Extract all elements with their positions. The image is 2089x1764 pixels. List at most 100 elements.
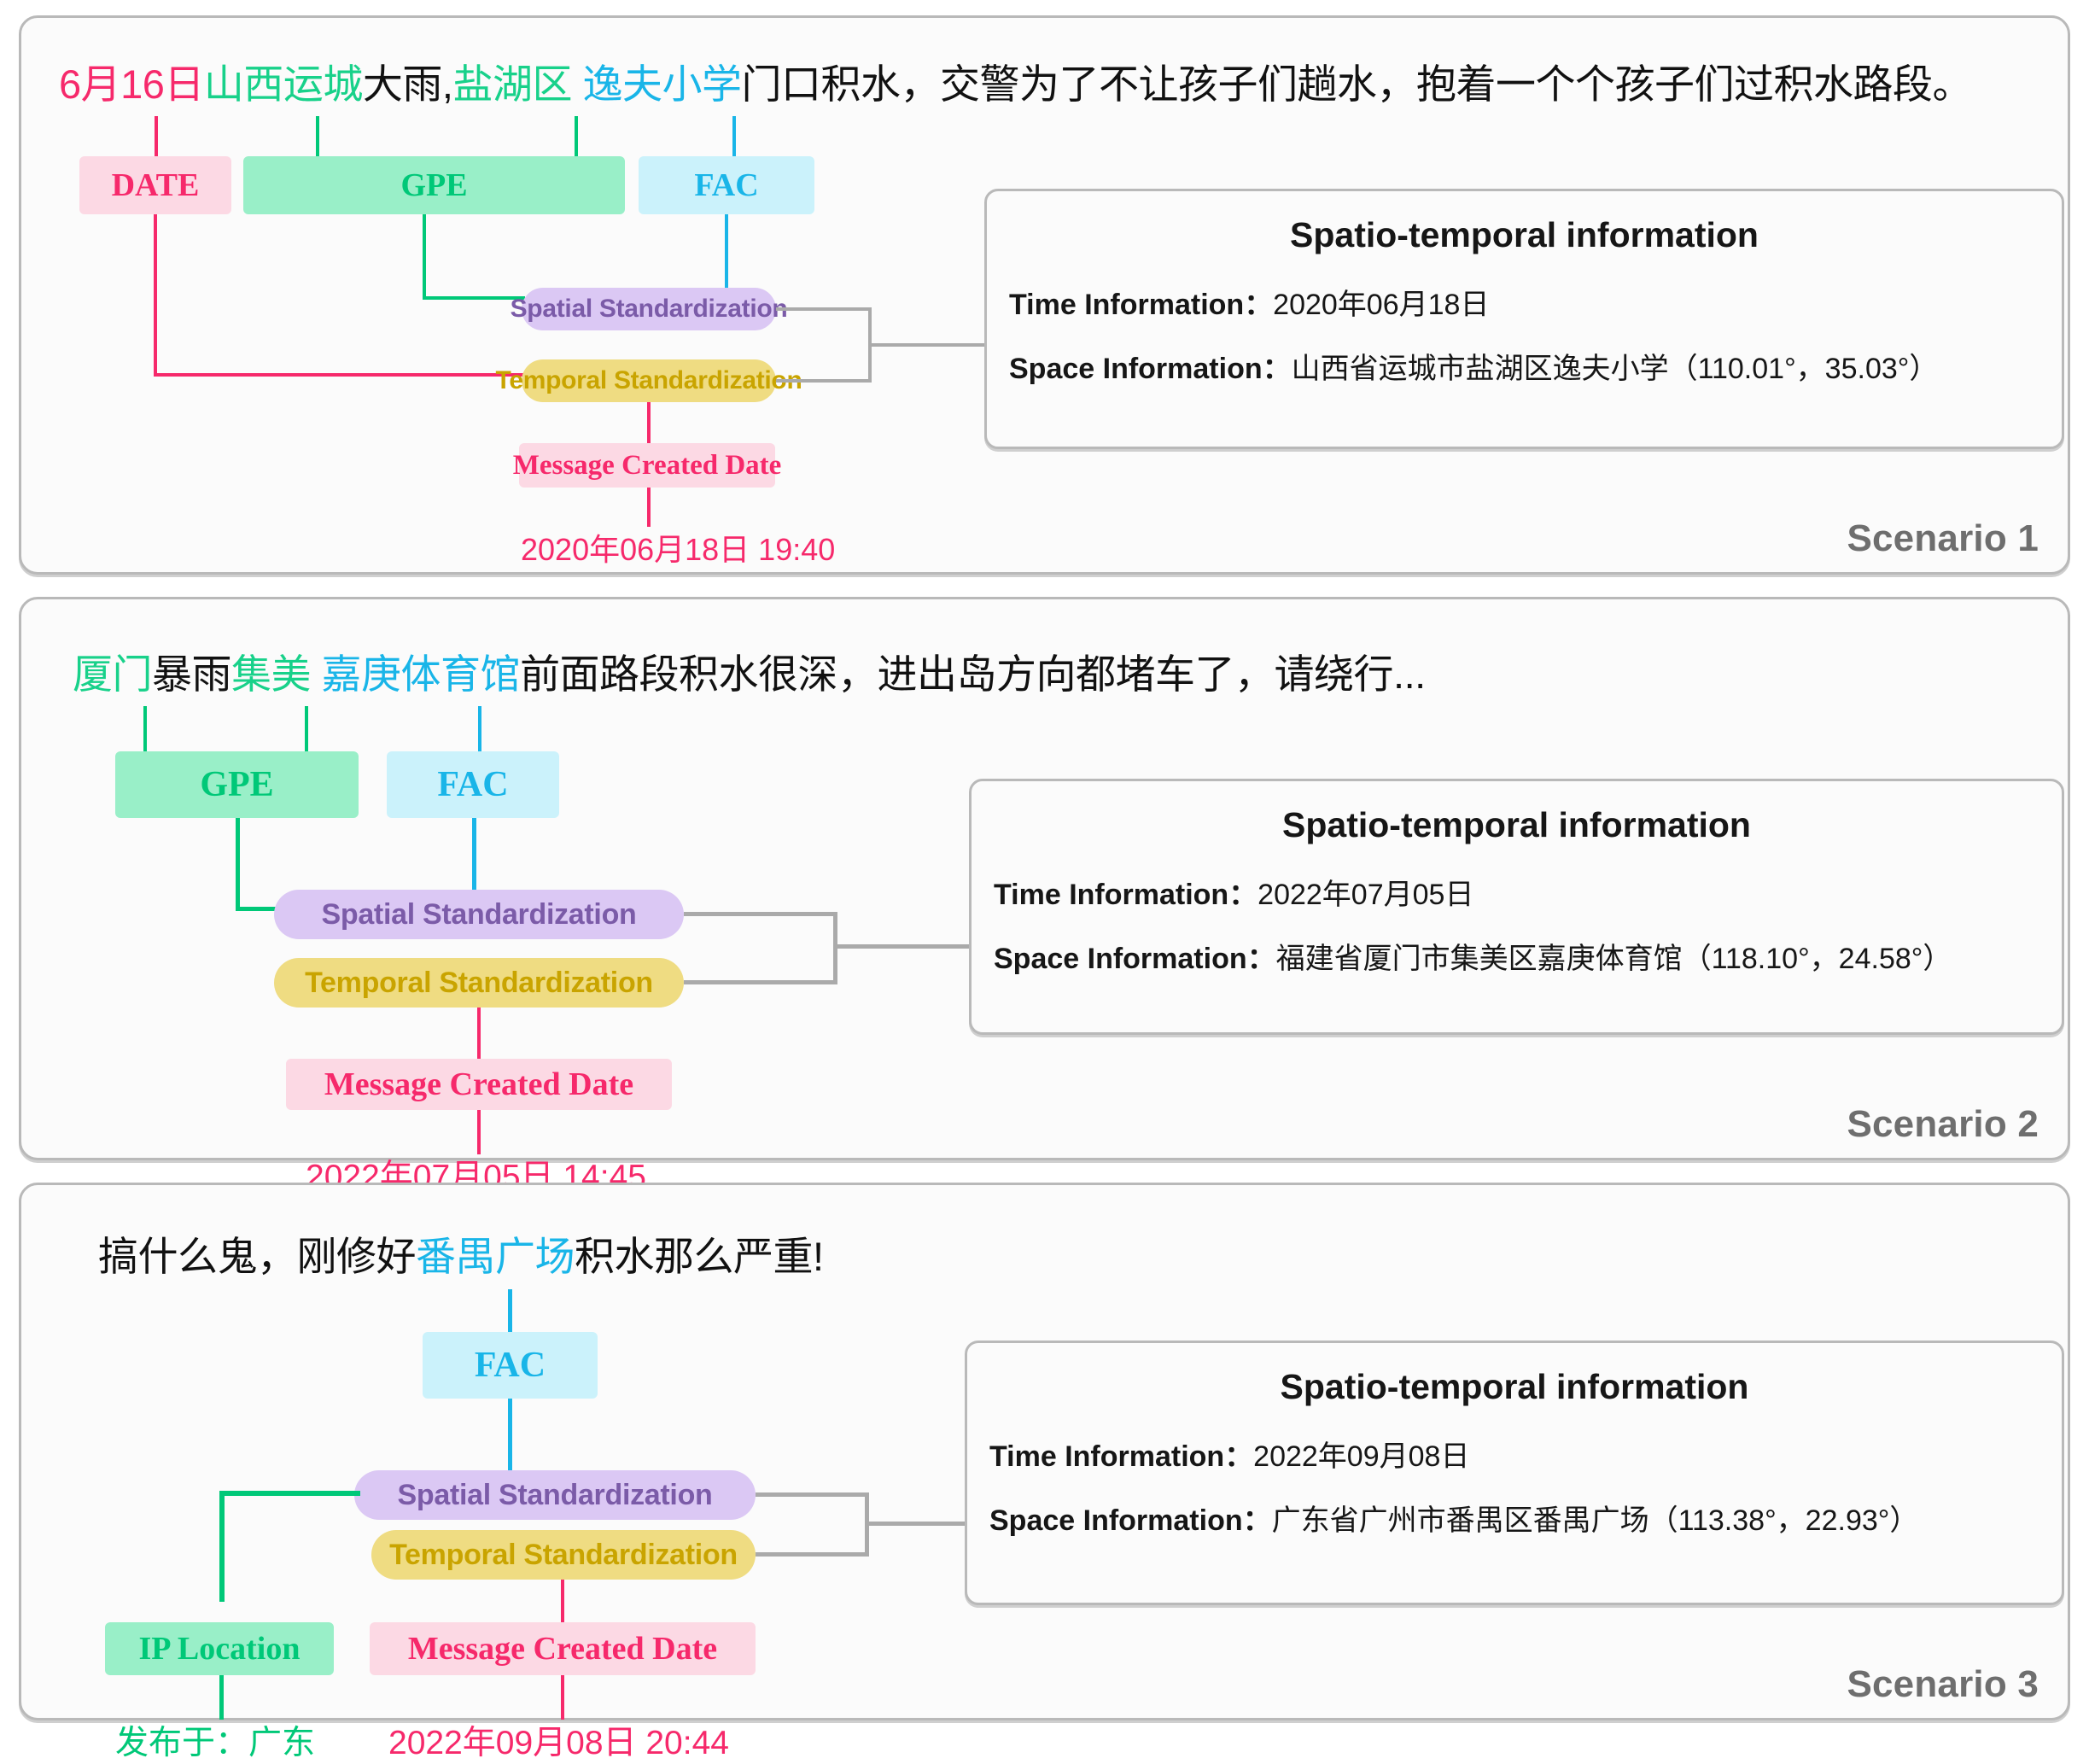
scenario-panel-3: 搞什么鬼，刚修好番禺广场积水那么严重! FAC Spatial Standard… — [19, 1183, 2070, 1720]
pill-spatial-standardization[interactable]: Spatial Standardization — [274, 890, 684, 939]
chip-fac-label: FAC — [475, 1345, 546, 1386]
chip-message-created-date[interactable]: Message Created Date — [519, 443, 775, 488]
ip-location-value: 发布于：广东 — [115, 1716, 315, 1764]
tick-fac — [508, 1289, 512, 1334]
info-time-value: 2022年07月05日 — [1257, 879, 1473, 911]
scenario-tag-1: Scenario 1 — [1847, 517, 2039, 560]
message-created-value: 2022年09月08日 20:44 — [388, 1716, 729, 1764]
chip-gpe[interactable]: GPE — [243, 156, 625, 214]
info-title: Spatio-temporal information — [994, 805, 2039, 845]
sentence-segment-gpe-2: 盐湖区 — [452, 61, 572, 107]
chip-gpe-label: GPE — [400, 166, 467, 204]
scenario-1-sentence: 6月16日山西运城大雨,盐湖区 逸夫小学门口积水，交警为了不让孩子们趟水，抱着一… — [59, 62, 1972, 108]
info-time-row: Time Information：2022年07月05日 — [994, 871, 2039, 913]
sentence-segment-plain-2: 门口积水，交警为了不让孩子们趟水，抱着一个个孩子们过积水路段。 — [742, 61, 1973, 107]
scenario-panel-1: 6月16日山西运城大雨,盐湖区 逸夫小学门口积水，交警为了不让孩子们趟水，抱着一… — [19, 15, 2070, 575]
pill-temporal-standardization[interactable]: Temporal Standardization — [522, 359, 776, 402]
info-space-label: Space Information： — [989, 1504, 1272, 1537]
sentence-segment-plain-1: 搞什么鬼，刚修好 — [98, 1234, 416, 1279]
chip-gpe[interactable]: GPE — [115, 751, 359, 818]
connector-temporal-to-message — [477, 1008, 481, 1060]
info-space-row: Space Information：福建省厦门市集美区嘉庚体育馆（118.10°… — [994, 935, 2039, 977]
sentence-segment-fac: 番禺广场 — [416, 1234, 575, 1279]
connector-temporal-to-message — [561, 1580, 564, 1627]
chip-message-created-label: Message Created Date — [408, 1630, 717, 1668]
sentence-segment-gpe-2: 集美 — [231, 651, 311, 697]
chip-fac[interactable]: FAC — [639, 156, 814, 214]
bracket-top — [684, 912, 837, 916]
pill-temporal-label: Temporal Standardization — [389, 1539, 738, 1572]
info-space-label: Space Information： — [994, 943, 1276, 975]
scenarios-page: 6月16日山西运城大雨,盐湖区 逸夫小学门口积水，交警为了不让孩子们趟水，抱着一… — [0, 0, 2089, 1763]
info-space-row: Space Information：山西省运城市盐湖区逸夫小学（110.01°，… — [1009, 345, 2039, 387]
tick-gpe-1 — [316, 116, 319, 157]
chip-fac[interactable]: FAC — [423, 1332, 598, 1399]
sentence-segment-date: 6月16日 — [59, 61, 204, 107]
sentence-segment-plain-1: 暴雨 — [152, 651, 231, 697]
connector-fac-vertical — [725, 214, 728, 291]
pill-temporal-label: Temporal Standardization — [496, 366, 802, 395]
chip-fac[interactable]: FAC — [387, 751, 559, 818]
bracket-stem — [865, 1522, 969, 1526]
info-time-value: 2022年09月08日 — [1253, 1440, 1469, 1473]
bracket-top — [776, 307, 872, 311]
connector-fac-vertical — [472, 818, 476, 897]
connector-message-to-value — [647, 488, 651, 527]
connector-message-to-value — [477, 1110, 481, 1154]
sentence-segment-plain-1: 大雨, — [363, 61, 453, 107]
info-space-value: 福建省厦门市集美区嘉庚体育馆（118.10°，24.58°） — [1276, 943, 1952, 975]
bracket-bottom — [756, 1552, 868, 1557]
pill-temporal-standardization[interactable]: Temporal Standardization — [371, 1530, 756, 1580]
chip-gpe-label: GPE — [200, 764, 273, 805]
chip-date[interactable]: DATE — [79, 156, 231, 214]
connector-date-vertical — [154, 214, 157, 377]
chip-message-created-label: Message Created Date — [324, 1066, 633, 1103]
info-space-label: Space Information： — [1009, 353, 1292, 385]
tick-fac — [732, 116, 736, 157]
bracket-stem — [868, 343, 988, 347]
info-space-value: 广东省广州市番禺区番禺广场（113.38°，22.93°） — [1272, 1504, 1919, 1537]
tick-gpe-2 — [305, 706, 308, 753]
spatio-temporal-info-box-1: Spatio-temporal information Time Informa… — [984, 189, 2064, 449]
message-created-value: 2020年06月18日 19:40 — [521, 525, 835, 570]
connector-ip-to-value — [219, 1675, 224, 1720]
sentence-segment-gpe-1: 厦门 — [73, 651, 152, 697]
connector-ip-vertical — [219, 1491, 225, 1602]
info-time-row: Time Information：2022年09月08日 — [989, 1433, 2039, 1475]
info-space-row: Space Information：广东省广州市番禺区番禺广场（113.38°，… — [989, 1497, 2039, 1539]
pill-spatial-standardization[interactable]: Spatial Standardization — [522, 288, 776, 330]
connector-date-horizontal — [154, 373, 529, 377]
connector-fac-vertical — [508, 1399, 512, 1477]
sentence-segment-fac: 嘉庚体育馆 — [311, 651, 520, 697]
bracket-bottom — [776, 379, 872, 383]
spatio-temporal-info-box-2: Spatio-temporal information Time Informa… — [969, 779, 2064, 1035]
chip-fac-label: FAC — [694, 166, 758, 204]
scenario-3-sentence: 搞什么鬼，刚修好番禺广场积水那么严重! — [98, 1235, 824, 1280]
sentence-segment-plain-2: 积水那么严重! — [575, 1234, 824, 1279]
pill-temporal-standardization[interactable]: Temporal Standardization — [274, 958, 684, 1008]
scenario-2-sentence: 厦门暴雨集美 嘉庚体育馆前面路段积水很深，进出岛方向都堵车了，请绕行... — [73, 652, 1426, 698]
info-time-row: Time Information：2020年06月18日 — [1009, 281, 2039, 323]
info-time-label: Time Information： — [994, 879, 1257, 911]
connector-ip-horizontal — [219, 1491, 360, 1496]
tick-date — [155, 116, 158, 157]
chip-ip-location[interactable]: IP Location — [105, 1622, 334, 1675]
info-title: Spatio-temporal information — [989, 1367, 2039, 1407]
info-time-value: 2020年06月18日 — [1273, 289, 1489, 321]
chip-message-created-label: Message Created Date — [513, 450, 782, 482]
connector-gpe-vertical — [236, 818, 240, 910]
bracket-top — [756, 1492, 868, 1497]
pill-spatial-standardization[interactable]: Spatial Standardization — [354, 1470, 756, 1520]
info-space-value: 山西省运城市盐湖区逸夫小学（110.01°，35.03°） — [1292, 353, 1939, 385]
pill-spatial-label: Spatial Standardization — [511, 295, 788, 324]
chip-ip-location-label: IP Location — [139, 1630, 301, 1668]
pill-spatial-label: Spatial Standardization — [397, 1479, 712, 1512]
sentence-segment-fac: 逸夫小学 — [572, 61, 742, 107]
pill-temporal-label: Temporal Standardization — [305, 967, 653, 1000]
chip-fac-label: FAC — [437, 764, 508, 805]
chip-message-created-date[interactable]: Message Created Date — [286, 1059, 672, 1110]
scenario-panel-2: 厦门暴雨集美 嘉庚体育馆前面路段积水很深，进出岛方向都堵车了，请绕行... GP… — [19, 597, 2070, 1160]
chip-message-created-date[interactable]: Message Created Date — [370, 1622, 756, 1675]
scenario-tag-2: Scenario 2 — [1847, 1103, 2039, 1146]
tick-gpe-2 — [575, 116, 578, 157]
